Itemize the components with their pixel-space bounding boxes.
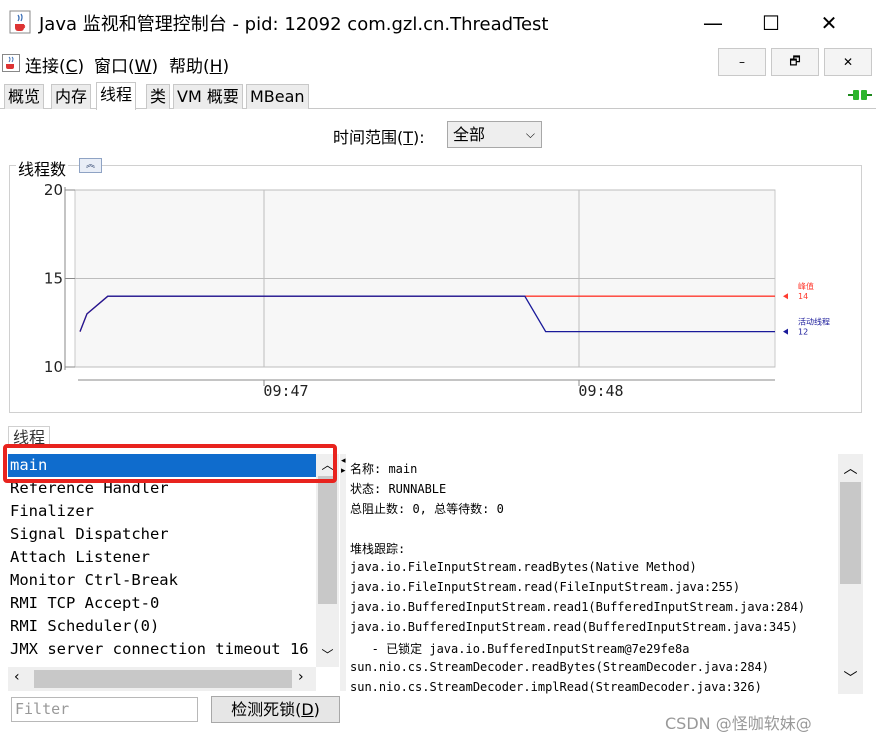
close-icon: ✕	[842, 55, 854, 69]
scroll-thumb[interactable]	[318, 476, 337, 604]
thread-item[interactable]: Monitor Ctrl-Break	[8, 569, 316, 592]
java-cup-icon	[9, 10, 31, 34]
stack-frame: java.io.FileInputStream.readBytes(Native…	[350, 560, 697, 574]
thread-item[interactable]: RMI Scheduler(0)	[8, 615, 316, 638]
close-icon: ✕	[820, 10, 838, 35]
scroll-down-icon[interactable]: ﹀	[838, 668, 863, 688]
menu-bar: 连接(C) 窗口(W) 帮助(H) – 🗗 ✕	[0, 46, 876, 80]
thread-item[interactable]: JMX server connection timeout 16	[8, 638, 316, 661]
split-pane-divider[interactable]	[340, 454, 346, 691]
thread-list-vscrollbar[interactable]: ︿ ﹀	[316, 454, 339, 667]
detail-counts: 总阻止数: 0, 总等待数: 0	[350, 502, 504, 516]
thread-count-panel	[9, 165, 862, 413]
menu-help[interactable]: 帮助(H)	[169, 52, 229, 77]
thread-item[interactable]: RMI TCP Accept-0	[8, 592, 316, 615]
minimize-icon: —	[703, 10, 723, 35]
split-right-arrow-icon[interactable]: ▸	[341, 466, 346, 476]
thread-list-hscrollbar[interactable]: ‹ ›	[8, 667, 316, 691]
scroll-up-icon[interactable]: ︿	[838, 458, 863, 478]
thread-item[interactable]: Attach Listener	[8, 546, 316, 569]
tab-overview[interactable]: 概览	[4, 84, 45, 109]
scroll-thumb[interactable]	[840, 482, 861, 584]
maximize-button[interactable]: ☐	[742, 0, 800, 45]
highlight-box	[3, 444, 337, 483]
scroll-down-icon[interactable]: ﹀	[316, 646, 339, 663]
tab-mbean[interactable]: MBean	[246, 84, 309, 109]
time-range-label: 时间范围(T):	[333, 128, 425, 147]
scroll-left-icon[interactable]: ‹	[14, 669, 20, 685]
internal-restore-button[interactable]: 🗗	[771, 48, 819, 76]
tab-vm-summary[interactable]: VM 概要	[173, 84, 243, 109]
detect-deadlock-button[interactable]: 检测死锁(D)	[211, 696, 340, 723]
time-range-value: 全部	[453, 125, 486, 144]
minimize-button[interactable]: —	[684, 0, 742, 45]
thread-details: 名称: main 状态: RUNNABLE 总阻止数: 0, 总等待数: 0 堆…	[347, 454, 837, 694]
tab-memory[interactable]: 内存	[51, 84, 92, 109]
window-title: Java 监视和管理控制台 - pid: 12092 com.gzl.cn.Th…	[39, 14, 549, 35]
stack-frame: sun.nio.cs.StreamDecoder.readBytes(Strea…	[350, 660, 770, 674]
stack-frame: sun.nio.cs.StreamDecoder.implRead(Stream…	[350, 680, 762, 694]
stack-frame: java.io.BufferedInputStream.read1(Buffer…	[350, 600, 806, 614]
maximize-icon: ☐	[762, 10, 780, 35]
detail-state: 状态: RUNNABLE	[350, 482, 447, 496]
scroll-right-icon[interactable]: ›	[298, 669, 304, 685]
split-left-arrow-icon[interactable]: ◂	[341, 456, 346, 466]
menu-window[interactable]: 窗口(W)	[94, 52, 158, 77]
chevron-down-icon: ⌵	[525, 127, 535, 141]
details-vscrollbar[interactable]: ︿ ﹀	[838, 454, 863, 694]
stack-lock: - 已锁定 java.io.BufferedInputStream@7e29fe…	[350, 642, 690, 656]
restore-icon: 🗗	[789, 53, 801, 68]
thread-item[interactable]: Finalizer	[8, 500, 316, 523]
stack-frame: java.io.BufferedInputStream.read(Buffere…	[350, 620, 798, 634]
tab-bar: 概览 内存 线程 类 VM 概要 MBean	[0, 82, 876, 110]
chevron-up-icon: ︽	[85, 160, 95, 170]
collapse-button[interactable]: ︽	[79, 158, 102, 173]
filter-input[interactable]: Filter	[11, 697, 198, 722]
thread-list[interactable]: main Reference Handler Finalizer Signal …	[8, 454, 316, 667]
menu-connect[interactable]: 连接(C)	[25, 52, 84, 77]
title-bar: Java 监视和管理控制台 - pid: 12092 com.gzl.cn.Th…	[0, 0, 876, 45]
connection-icon	[848, 90, 872, 100]
time-range-select[interactable]: 全部 ⌵	[447, 121, 542, 148]
watermark: CSDN @怪咖软妹@	[665, 714, 812, 733]
internal-minimize-button[interactable]: –	[718, 48, 766, 76]
thread-item[interactable]: Signal Dispatcher	[8, 523, 316, 546]
detail-name: 名称: main	[350, 462, 418, 476]
stack-frame: java.io.FileInputStream.read(FileInputSt…	[350, 580, 741, 594]
minimize-icon: –	[739, 55, 745, 69]
close-button[interactable]: ✕	[800, 0, 858, 45]
tab-threads[interactable]: 线程	[96, 82, 137, 110]
scroll-thumb[interactable]	[34, 670, 292, 688]
internal-close-button[interactable]: ✕	[824, 48, 872, 76]
java-cup-icon	[2, 54, 20, 72]
chart-title: 线程数	[16, 156, 69, 180]
detail-stack-title: 堆栈跟踪:	[350, 542, 406, 556]
tab-classes[interactable]: 类	[146, 84, 171, 109]
